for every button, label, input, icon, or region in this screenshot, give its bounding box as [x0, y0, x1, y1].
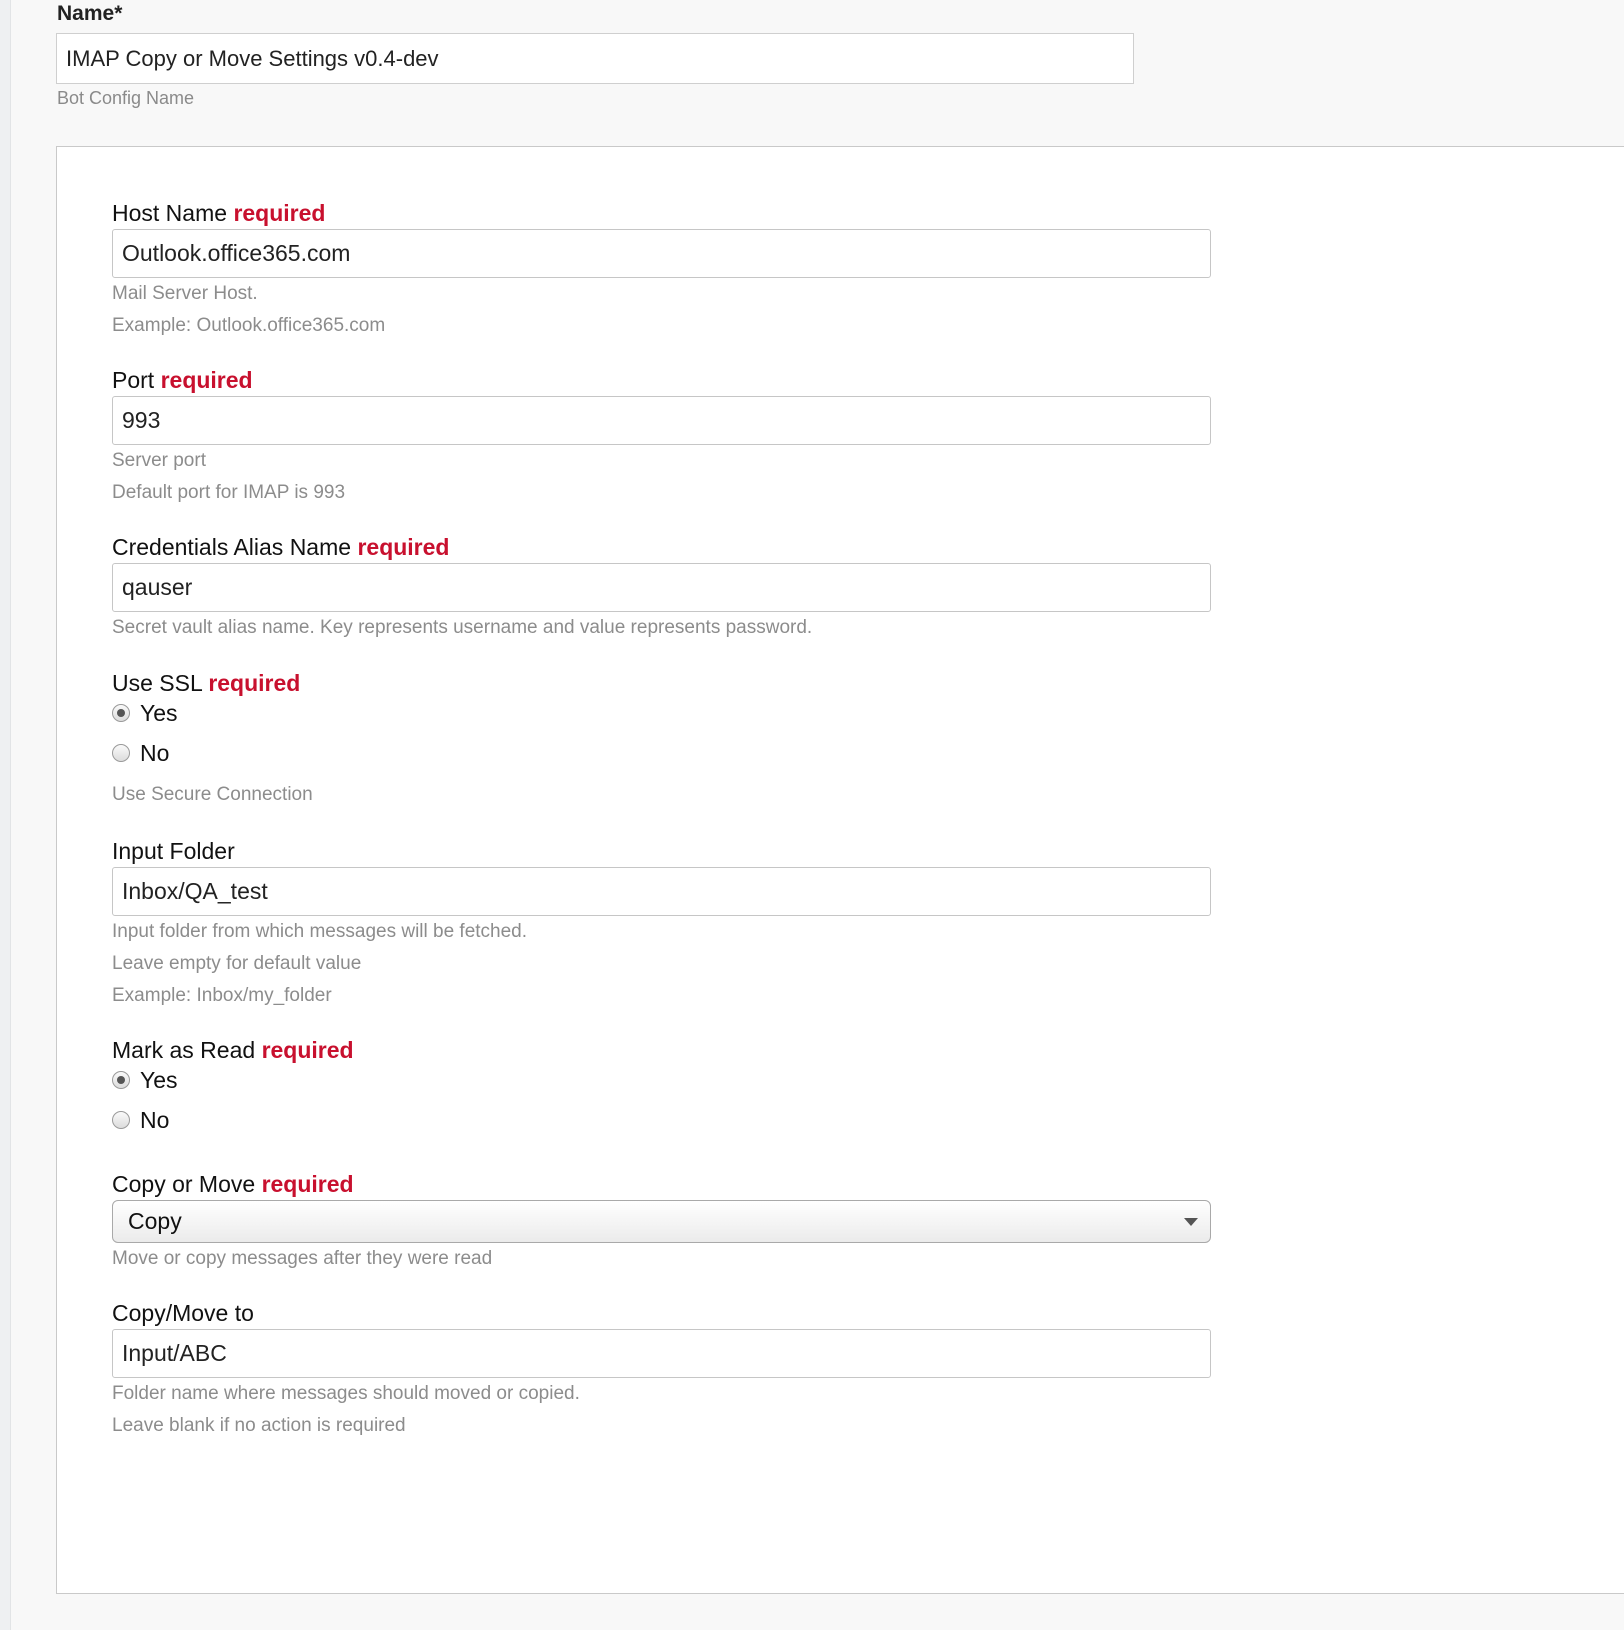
copy-move-to-field: Copy/Move to Folder name where messages …: [112, 1299, 1211, 1442]
mark-as-read-yes-label: Yes: [140, 1066, 178, 1093]
required-marker: required: [208, 670, 301, 696]
copy-or-move-label: Copy or Move required: [112, 1170, 1211, 1198]
host-name-label-text: Host Name: [112, 200, 228, 226]
mark-as-read-label: Mark as Read required: [112, 1036, 354, 1064]
use-ssl-yes-radio[interactable]: Yes: [112, 693, 313, 733]
settings-panel: Host Name required Mail Server Host. Exa…: [56, 146, 1624, 1594]
use-ssl-field: Use SSL required Yes No Use Secure Conne…: [112, 669, 313, 811]
use-ssl-label-text: Use SSL: [112, 670, 202, 696]
copy-or-move-help: Move or copy messages after they were re…: [112, 1248, 493, 1269]
required-marker: required: [160, 367, 253, 393]
host-name-example: Example: Outlook.office365.com: [112, 315, 386, 336]
host-name-help: Mail Server Host.: [112, 283, 258, 304]
input-folder-field: Input Folder Input folder from which mes…: [112, 837, 1211, 1012]
radio-unchecked-icon[interactable]: [112, 1111, 130, 1129]
copy-or-move-selected-value: Copy: [128, 1208, 182, 1234]
bot-name-label: Name*: [57, 2, 123, 25]
use-ssl-help: Use Secure Connection: [112, 784, 313, 805]
input-folder-label-text: Input Folder: [112, 838, 235, 864]
host-name-input[interactable]: [112, 229, 1211, 278]
copy-move-to-blank-help: Leave blank if no action is required: [112, 1415, 406, 1436]
required-marker: required: [261, 1037, 354, 1063]
radio-checked-icon[interactable]: [112, 704, 130, 722]
required-marker: required: [357, 534, 450, 560]
port-input[interactable]: [112, 396, 1211, 445]
input-folder-label: Input Folder: [112, 837, 1211, 865]
credentials-alias-help: Secret vault alias name. Key represents …: [112, 617, 813, 638]
copy-move-to-input[interactable]: [112, 1329, 1211, 1378]
use-ssl-no-radio[interactable]: No: [112, 733, 313, 773]
copy-move-to-label-text: Copy/Move to: [112, 1300, 254, 1326]
mark-as-read-field: Mark as Read required Yes No: [112, 1036, 354, 1140]
port-default-help: Default port for IMAP is 993: [112, 482, 346, 503]
copy-or-move-label-text: Copy or Move: [112, 1171, 256, 1197]
use-ssl-yes-label: Yes: [140, 699, 178, 726]
host-name-field: Host Name required Mail Server Host. Exa…: [112, 199, 1211, 342]
credentials-alias-input[interactable]: [112, 563, 1211, 612]
copy-move-to-label: Copy/Move to: [112, 1299, 1211, 1327]
port-help: Server port: [112, 450, 206, 471]
credentials-alias-label: Credentials Alias Name required: [112, 533, 1211, 561]
mark-as-read-no-label: No: [140, 1106, 170, 1133]
input-folder-default-help: Leave empty for default value: [112, 953, 362, 974]
mark-as-read-no-radio[interactable]: No: [112, 1100, 354, 1140]
mark-as-read-label-text: Mark as Read: [112, 1037, 256, 1063]
port-label-text: Port: [112, 367, 155, 393]
required-marker: required: [261, 1171, 354, 1197]
radio-checked-icon[interactable]: [112, 1071, 130, 1089]
copy-or-move-select[interactable]: Copy: [112, 1200, 1211, 1243]
port-label: Port required: [112, 366, 1211, 394]
chevron-down-icon: [1184, 1218, 1198, 1226]
mark-as-read-yes-radio[interactable]: Yes: [112, 1060, 354, 1100]
port-field: Port required Server port Default port f…: [112, 366, 1211, 509]
input-folder-help: Input folder from which messages will be…: [112, 921, 528, 942]
use-ssl-no-label: No: [140, 739, 170, 766]
credentials-alias-label-text: Credentials Alias Name: [112, 534, 352, 560]
bot-name-help: Bot Config Name: [57, 88, 195, 108]
required-marker: required: [233, 200, 326, 226]
credentials-alias-field: Credentials Alias Name required Secret v…: [112, 533, 1211, 644]
radio-unchecked-icon[interactable]: [112, 744, 130, 762]
bot-name-input[interactable]: [56, 33, 1134, 84]
input-folder-example: Example: Inbox/my_folder: [112, 985, 332, 1006]
left-edge-strip: [0, 0, 11, 1630]
copy-move-to-help: Folder name where messages should moved …: [112, 1383, 580, 1404]
input-folder-input[interactable]: [112, 867, 1211, 916]
use-ssl-label: Use SSL required: [112, 669, 313, 697]
host-name-label: Host Name required: [112, 199, 1211, 227]
copy-or-move-field: Copy or Move required Copy Move or copy …: [112, 1170, 1211, 1275]
